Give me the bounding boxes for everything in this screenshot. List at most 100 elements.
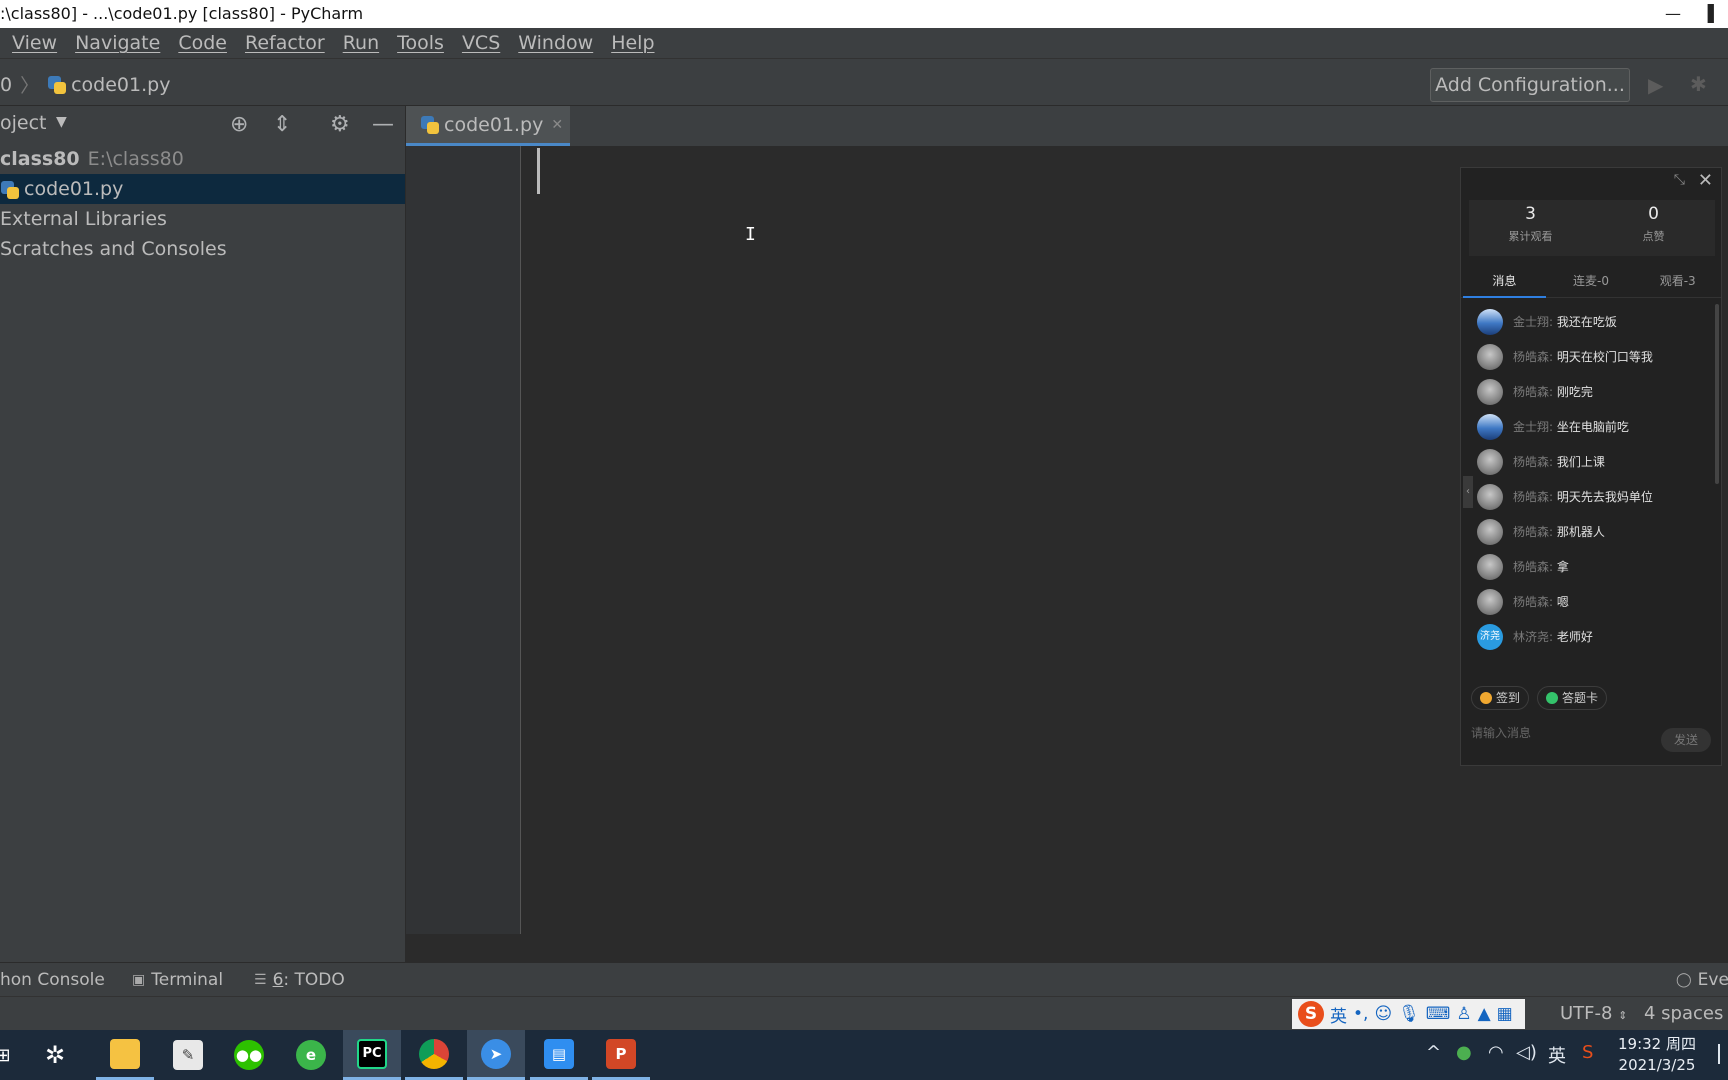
emoji-icon[interactable]: ☺ <box>1374 1004 1392 1024</box>
todo-button[interactable]: ☰ 6: TODO <box>254 970 345 990</box>
run-icon[interactable]: ▶ <box>1648 73 1668 97</box>
stat-label: 累计观看 <box>1508 230 1553 243</box>
message-text: 明天在校门口等我 <box>1556 350 1653 364</box>
tree-item-label: External Libraries <box>0 208 167 230</box>
avatar[interactable] <box>1477 308 1503 335</box>
updown-icon: ⇕ <box>1618 1009 1628 1022</box>
taskbar-app-1[interactable]: ✲ <box>26 1030 84 1080</box>
taskbar-browser[interactable]: e <box>282 1030 340 1080</box>
tab-code01[interactable]: code01.py ✕ <box>406 106 570 146</box>
send-button[interactable]: 发送 <box>1661 728 1711 752</box>
taskbar-chrome[interactable] <box>405 1030 463 1080</box>
avatar[interactable] <box>1477 553 1503 580</box>
volume-icon[interactable]: ◁) <box>1516 1042 1537 1063</box>
chevron-left-icon[interactable]: ‹ <box>1463 476 1473 508</box>
punctuation-icon[interactable]: •, <box>1353 1004 1368 1024</box>
clock[interactable]: 19:32 周四 2021/3/25 <box>1618 1034 1696 1076</box>
python-console-button[interactable]: hon Console <box>0 970 105 990</box>
avatar[interactable] <box>1477 343 1503 370</box>
indent-selector[interactable]: 4 spaces <box>1644 1003 1723 1024</box>
avatar[interactable] <box>1477 588 1503 615</box>
taskbar-calendar[interactable]: ▤ <box>530 1030 588 1080</box>
editor-tab-bar: code01.py ✕ <box>406 106 1728 146</box>
tree-item-scratches[interactable]: Scratches and Consoles <box>0 234 405 264</box>
terminal-button[interactable]: ▣ Terminal <box>132 970 223 990</box>
gear-icon[interactable]: ⚙ <box>330 112 350 137</box>
sogou-icon[interactable]: S <box>1298 1001 1324 1027</box>
avatar[interactable] <box>1477 413 1503 440</box>
status-bar: S 英 •, ☺ 🎙 ⌨ ♙ ▲ ▦ UTF-8 ⇕ 4 spaces <box>0 996 1728 1030</box>
grid-icon[interactable]: ▦ <box>1497 1004 1513 1024</box>
close-icon[interactable]: ✕ <box>1698 170 1713 191</box>
avatar[interactable] <box>1477 378 1503 405</box>
tab-co-host[interactable]: 连麦-0 <box>1548 264 1635 297</box>
ime-language[interactable]: 英 <box>1330 1002 1347 1027</box>
taskbar-file-explorer[interactable] <box>96 1030 154 1080</box>
avatar[interactable] <box>1477 483 1503 510</box>
event-log-button[interactable]: ◯ Eve <box>1676 970 1728 990</box>
encoding-selector[interactable]: UTF-8 ⇕ <box>1560 1003 1627 1024</box>
message-sender: 杨皓森: <box>1513 525 1554 539</box>
microphone-icon[interactable]: 🎙 <box>1398 1004 1420 1024</box>
tab-messages[interactable]: 消息 <box>1461 264 1548 298</box>
message-text: 拿 <box>1556 560 1569 574</box>
avatar[interactable] <box>1477 448 1503 475</box>
tree-root[interactable]: class80 E:\class80 <box>0 144 405 174</box>
breadcrumb-file[interactable]: code01.py <box>71 74 170 96</box>
collapse-all-icon[interactable]: ⇕ <box>273 112 291 137</box>
avatar[interactable] <box>1477 518 1503 545</box>
python-file-icon <box>0 180 20 200</box>
project-panel-title[interactable]: oject <box>0 112 47 134</box>
menu-run[interactable]: Run <box>343 32 379 54</box>
wechat-icon: ●● <box>234 1040 264 1070</box>
check-in-button[interactable]: 签到 <box>1471 686 1530 710</box>
taskbar-editor[interactable]: ✎ <box>159 1030 217 1080</box>
menu-help[interactable]: Help <box>611 32 654 54</box>
message-text: 那机器人 <box>1556 525 1605 539</box>
list-item: 金士翔: 坐在电脑前吃 <box>1461 409 1713 444</box>
menu-view[interactable]: View <box>12 32 57 54</box>
tree-item-external-libraries[interactable]: External Libraries <box>0 204 405 234</box>
menu-window[interactable]: Window <box>518 32 593 54</box>
keyboard-icon[interactable]: ⌨ <box>1426 1004 1451 1024</box>
menu-code[interactable]: Code <box>178 32 227 54</box>
chevron-up-icon[interactable]: ^ <box>1426 1042 1441 1063</box>
show-desktop-button[interactable] <box>1718 1044 1720 1064</box>
taskbar-live-app[interactable]: ➤ <box>467 1030 525 1080</box>
taskbar-powerpoint[interactable]: P <box>592 1030 650 1080</box>
shrink-icon[interactable]: ⤡ <box>1674 172 1685 188</box>
menu-refactor[interactable]: Refactor <box>245 32 325 54</box>
wifi-icon[interactable]: ◠ <box>1488 1042 1504 1063</box>
skin-icon[interactable]: ▲ <box>1478 1004 1491 1024</box>
menu-navigate[interactable]: Navigate <box>75 32 160 54</box>
hide-panel-icon[interactable]: — <box>372 112 394 137</box>
message-input[interactable]: 请输入消息 <box>1471 724 1531 741</box>
locate-icon[interactable]: ⊕ <box>230 112 248 137</box>
menu-vcs[interactable]: VCS <box>462 32 500 54</box>
security-icon[interactable]: ● <box>1456 1042 1472 1063</box>
taskbar-pycharm[interactable]: PC <box>343 1030 401 1080</box>
menu-tools[interactable]: Tools <box>397 32 444 54</box>
tree-item-code01[interactable]: code01.py <box>0 174 405 204</box>
input-language[interactable]: 英 <box>1548 1042 1566 1068</box>
chevron-down-icon[interactable]: ▼ <box>56 114 67 130</box>
ime-toolbar[interactable]: S 英 •, ☺ 🎙 ⌨ ♙ ▲ ▦ <box>1292 999 1525 1029</box>
minimize-button[interactable]: — <box>1650 0 1696 28</box>
live-app-icon: ➤ <box>481 1038 511 1069</box>
maximize-button[interactable]: ▌ <box>1700 0 1728 28</box>
taskbar-wechat[interactable]: ●● <box>220 1030 278 1080</box>
close-icon[interactable]: ✕ <box>551 117 563 133</box>
avatar[interactable]: 济尧 <box>1477 623 1503 650</box>
debug-icon[interactable]: ✱ <box>1690 72 1714 96</box>
tree-item-label: code01.py <box>24 178 124 200</box>
breadcrumb-root[interactable]: 0 <box>0 74 12 96</box>
tab-viewers[interactable]: 观看-3 <box>1634 264 1721 297</box>
add-configuration-button[interactable]: Add Configuration... <box>1430 68 1630 102</box>
sogou-tray-icon[interactable]: S <box>1582 1042 1593 1063</box>
answer-card-button[interactable]: 答题卡 <box>1537 686 1608 710</box>
list-item: 金士翔: 我还在吃饭 <box>1461 304 1713 339</box>
terminal-icon: ▣ <box>132 972 146 988</box>
message-scrollbar[interactable] <box>1715 304 1719 484</box>
pinwheel-icon: ✲ <box>44 1041 66 1069</box>
user-icon[interactable]: ♙ <box>1456 1004 1471 1024</box>
